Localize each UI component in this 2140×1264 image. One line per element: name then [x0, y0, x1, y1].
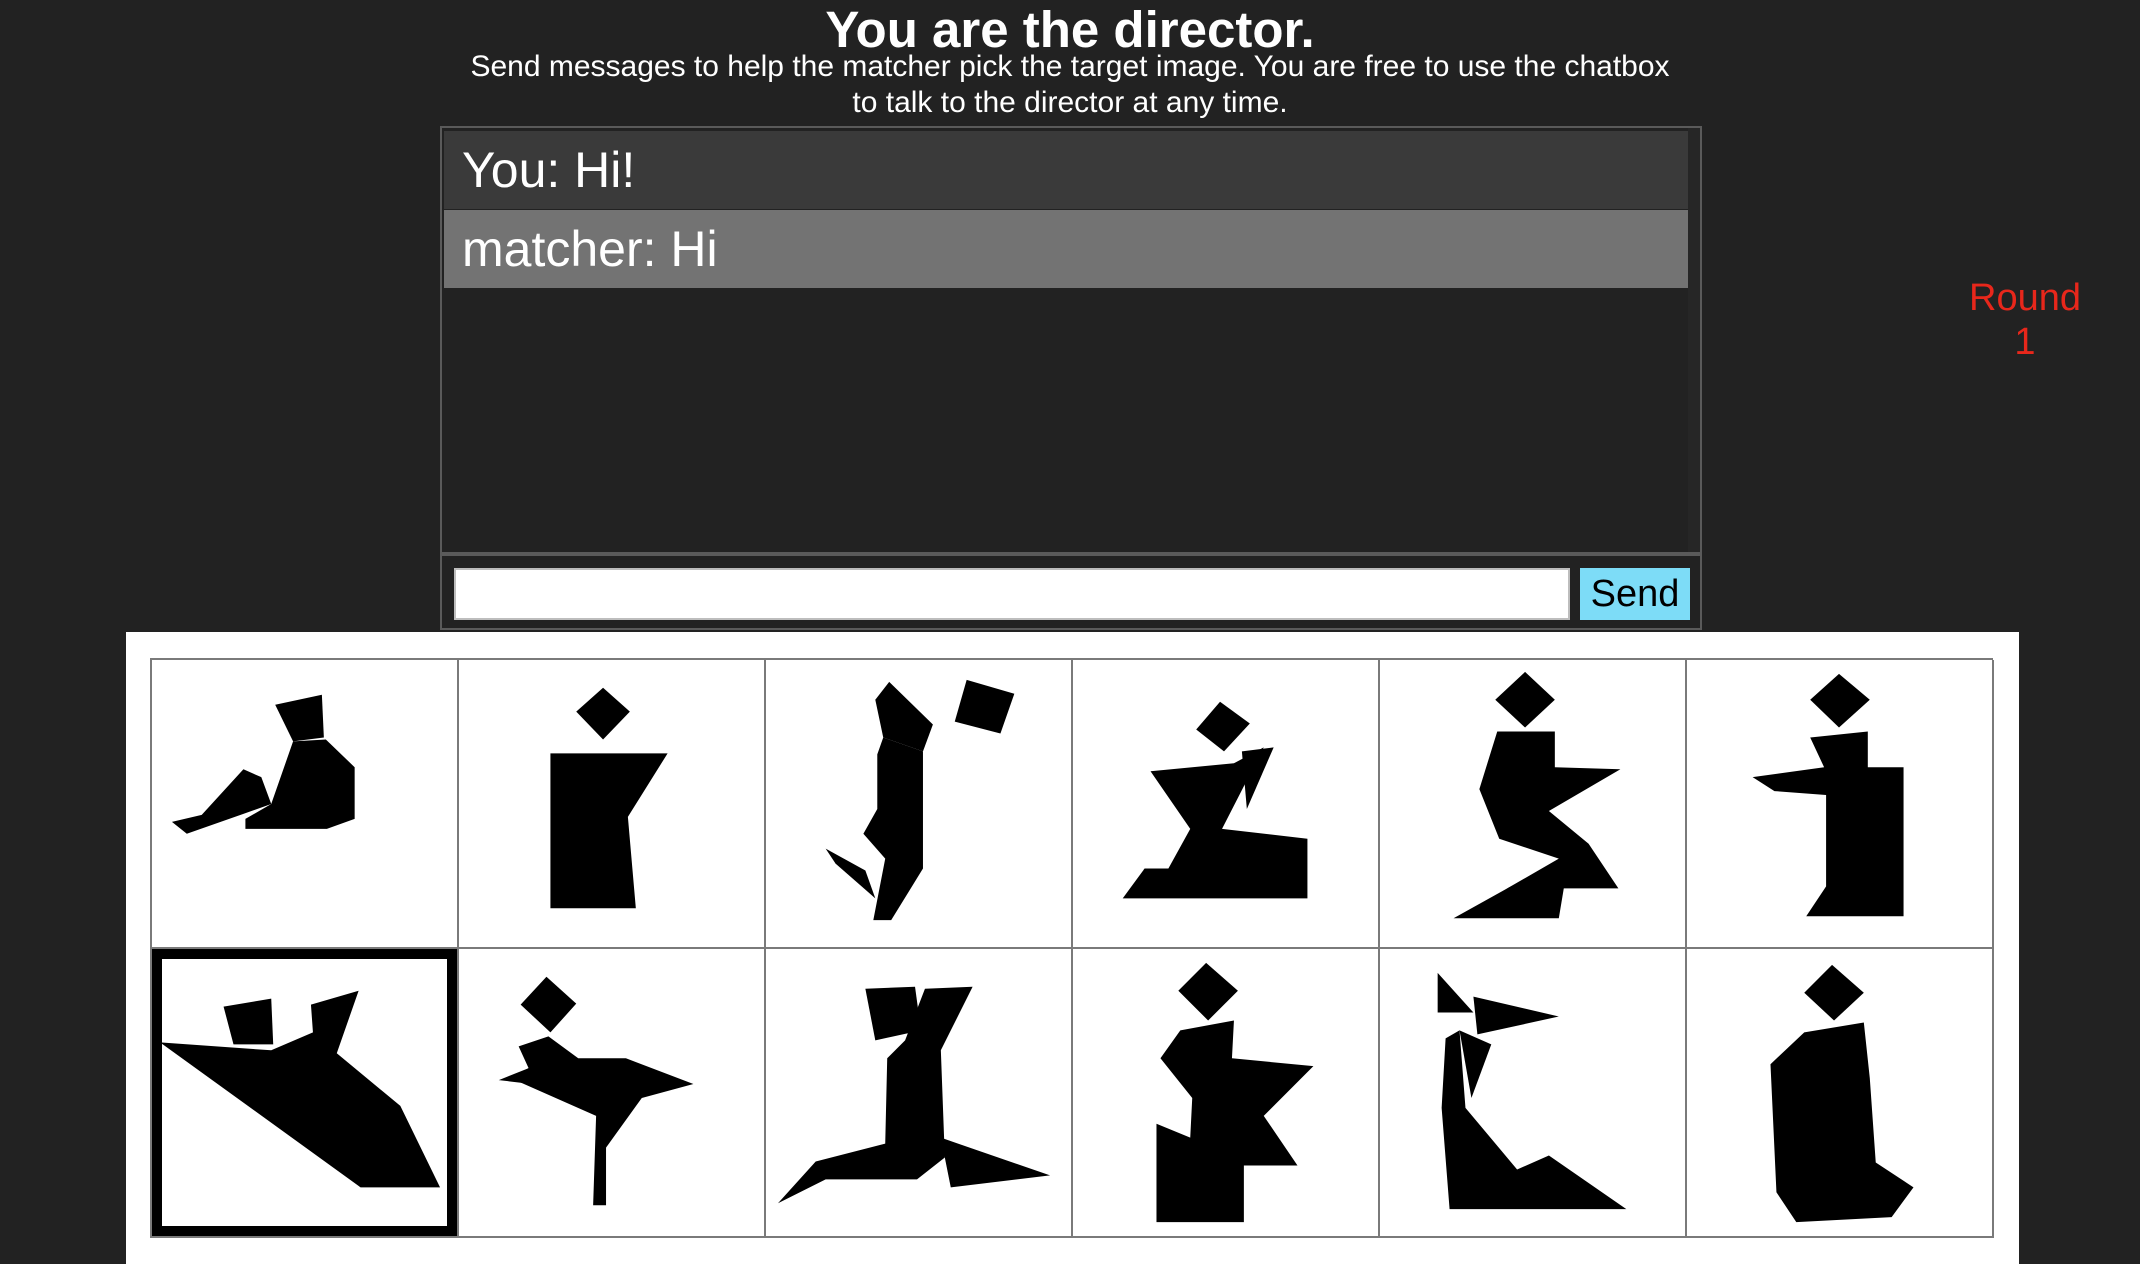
director-page: You are the director. Send messages to h…	[0, 0, 2140, 1264]
round-number: 1	[2014, 321, 2036, 363]
chat-scrollbar[interactable]	[1688, 128, 1700, 552]
tangram-cell-target[interactable]	[152, 949, 459, 1238]
tangram-dancing-figure-icon	[825, 679, 1015, 921]
tangram-cell[interactable]	[1380, 949, 1687, 1238]
tangram-zigzag-figure-icon	[1453, 671, 1621, 919]
tangram-cell[interactable]	[1687, 660, 1994, 949]
tangram-cell[interactable]	[1687, 949, 1994, 1238]
tangram-cell[interactable]	[766, 949, 1073, 1238]
chat-compose-bar: Send	[440, 554, 1702, 630]
instructions-line-2: to talk to the director at any time.	[852, 86, 1288, 119]
round-label: Round	[1969, 277, 2081, 319]
tangram-cell[interactable]	[1380, 660, 1687, 949]
instructions-text: Send messages to help the matcher pick t…	[440, 49, 1700, 121]
tangram-cell[interactable]	[459, 660, 766, 949]
tangram-rounded-figure-icon	[1770, 964, 1914, 1223]
round-indicator: Round 1	[1930, 276, 2120, 364]
chat-message-log[interactable]: You: Hi! matcher: Hi	[440, 126, 1702, 554]
tangram-cell[interactable]	[459, 949, 766, 1238]
tangram-cell[interactable]	[1073, 660, 1380, 949]
tangram-cell[interactable]	[1073, 949, 1380, 1238]
tangram-seated-figure-icon	[1156, 962, 1314, 1223]
chat-message-partner: matcher: Hi	[444, 210, 1689, 288]
chat-message-input[interactable]	[454, 568, 1570, 620]
tangram-board	[126, 632, 2019, 1264]
chat-message-own: You: Hi!	[444, 131, 1689, 209]
tangram-sliding-figure-icon	[777, 986, 1051, 1204]
tangram-bow-figure-icon	[1437, 972, 1627, 1210]
tangram-grid	[150, 658, 1994, 1238]
instructions-line-1: Send messages to help the matcher pick t…	[470, 50, 1670, 83]
tangram-kicking-figure-icon	[498, 976, 694, 1206]
tangram-standing-block-figure-icon	[550, 687, 668, 909]
tangram-cell[interactable]	[152, 660, 459, 949]
send-button[interactable]: Send	[1578, 566, 1692, 622]
tangram-robed-figure-icon	[1752, 673, 1904, 917]
tangram-reclining-figure-icon	[171, 694, 355, 834]
tangram-cell[interactable]	[766, 660, 1073, 949]
tangram-swimmer-figure-icon	[160, 990, 441, 1188]
tangram-kneeling-figure-icon	[1122, 701, 1308, 899]
